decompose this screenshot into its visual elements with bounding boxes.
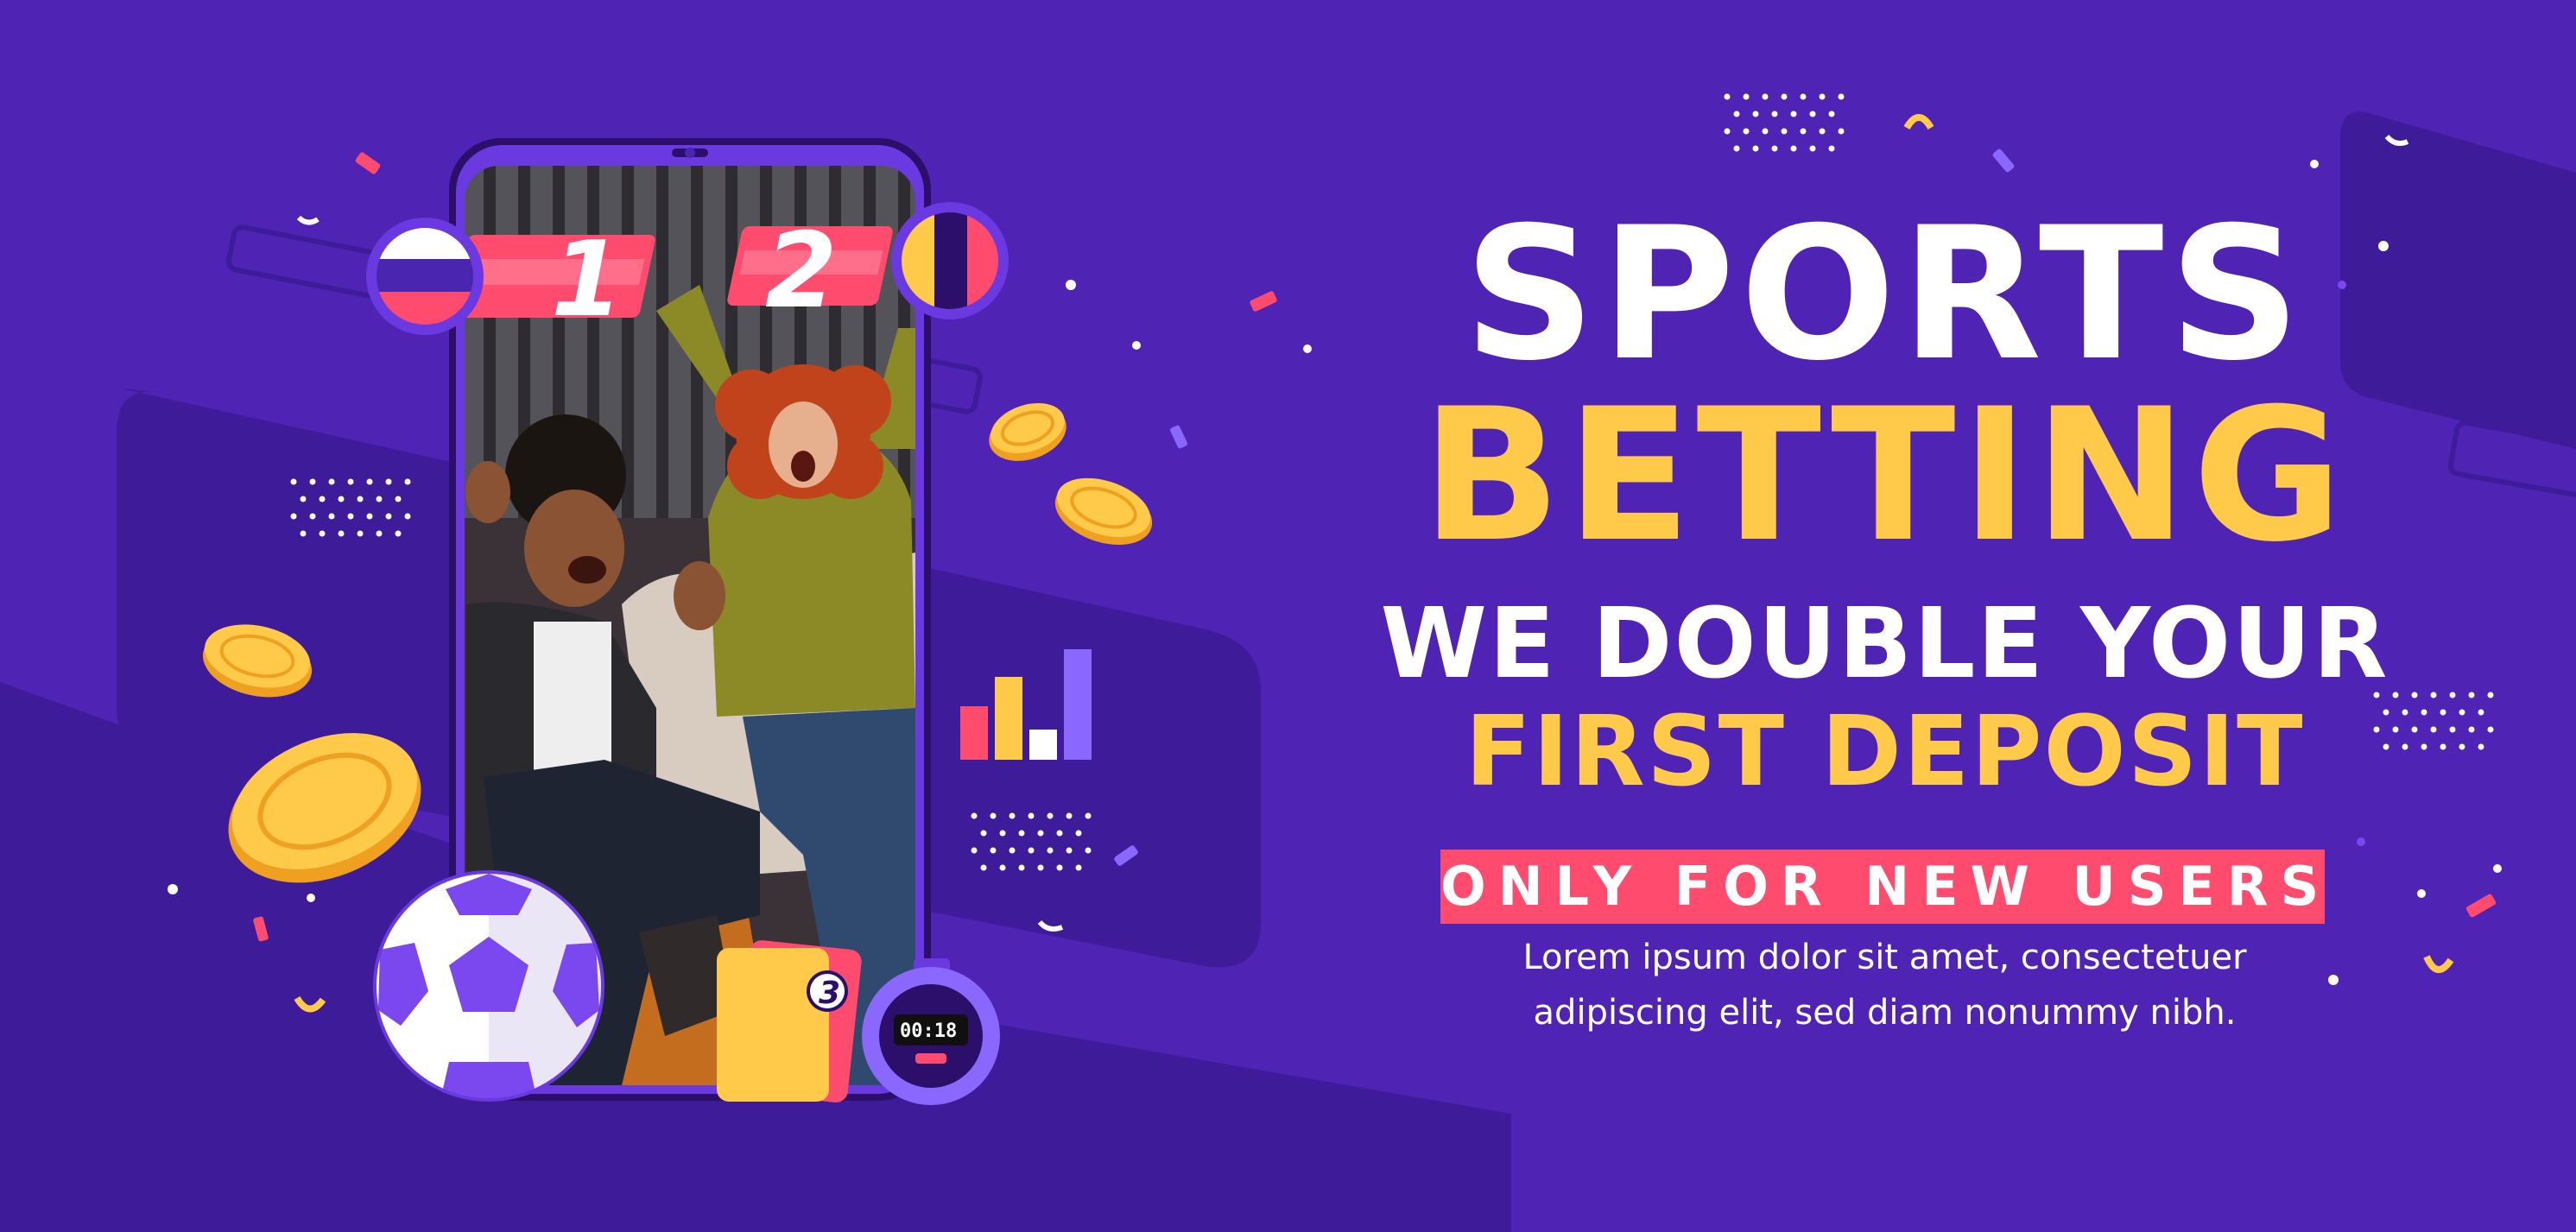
headline-line-2: FIRST DEPOSIT: [1465, 696, 2305, 808]
sports-betting-banner: 1 2 3 00:18 SPORTS BETTING WE DOUBLE YOU…: [0, 0, 2576, 1232]
soccer-ball-icon: [373, 870, 604, 1102]
title-line-2: BETTING: [1421, 369, 2348, 582]
body-text-line-2: adipiscing elit, sed diam nonummy nibh.: [1533, 993, 2237, 1033]
new-users-badge-label: ONLY FOR NEW USERS: [1440, 855, 2332, 918]
title-line-1: SPORTS: [1463, 187, 2307, 401]
headline-line-1: WE DOUBLE YOUR: [1380, 588, 2389, 700]
body-text-line-1: Lorem ipsum dolor sit amet, consectetuer: [1522, 938, 2247, 977]
new-users-badge: ONLY FOR NEW USERS: [1440, 850, 2325, 924]
